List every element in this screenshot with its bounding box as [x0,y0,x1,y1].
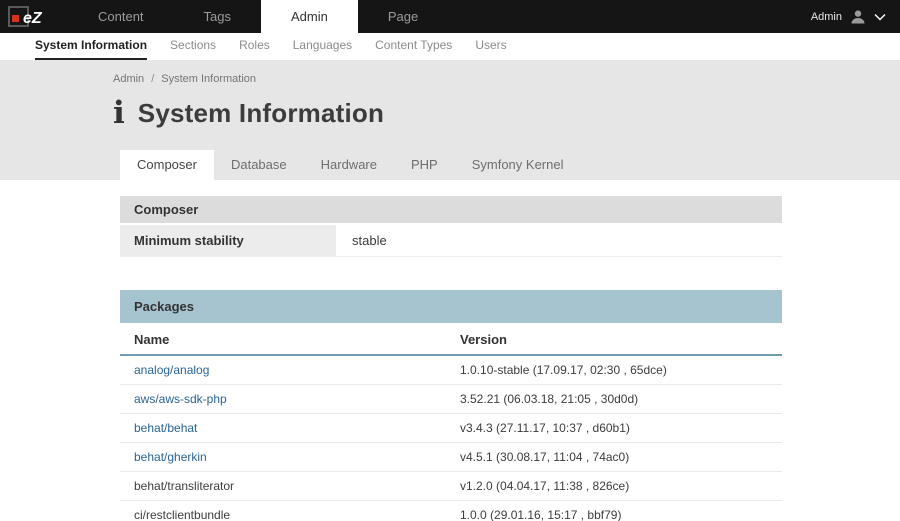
tab-database[interactable]: Database [214,150,304,180]
package-version: v1.2.0 (04.04.17, 11:38 , 826ce) [446,472,782,500]
composer-row-value: stable [338,225,782,256]
chevron-down-icon [874,13,886,21]
svg-text:eZ: eZ [23,10,43,27]
ez-logo[interactable]: eZ [0,0,68,33]
table-row: aws/aws-sdk-php 3.52.21 (06.03.18, 21:05… [120,385,782,414]
packages-rows: analog/analog 1.0.10-stable (17.09.17, 0… [120,356,782,521]
packages-column-headers: Name Version [120,323,782,356]
package-name[interactable]: analog/analog [120,356,446,384]
topbar: eZ Content Tags Admin Page Admin [0,0,900,33]
subnav-item-users[interactable]: Users [475,33,506,60]
avatar-icon [849,8,867,26]
composer-section: Composer Minimum stability stable [120,196,782,257]
table-row: behat/behat v3.4.3 (27.11.17, 10:37 , d6… [120,414,782,443]
package-version: 3.52.21 (06.03.18, 21:05 , 30d0d) [446,385,782,413]
tab-php[interactable]: PHP [394,150,455,180]
packages-section-title: Packages [120,290,782,323]
user-name-label: Admin [811,11,842,23]
tab-symfony-kernel[interactable]: Symfony Kernel [455,150,581,180]
table-row: Minimum stability stable [120,225,782,257]
table-row: behat/transliterator v1.2.0 (04.04.17, 1… [120,472,782,501]
subnav-item-content-types[interactable]: Content Types [375,33,452,60]
table-row: analog/analog 1.0.10-stable (17.09.17, 0… [120,356,782,385]
info-icon: i [113,100,125,128]
page-title: System Information [138,98,384,129]
package-version: v4.5.1 (30.08.17, 11:04 , 74ac0) [446,443,782,471]
topnav-item-content[interactable]: Content [68,0,174,33]
package-name[interactable]: aws/aws-sdk-php [120,385,446,413]
subnav-item-sections[interactable]: Sections [170,33,216,60]
package-name[interactable]: behat/gherkin [120,443,446,471]
page-header-area: Admin / System Information i System Inform… [0,60,900,180]
package-version: 1.0.0 (29.01.16, 15:17 , bbf79) [446,501,782,521]
package-version: 1.0.10-stable (17.09.17, 02:30 , 65dce) [446,356,782,384]
tab-composer[interactable]: Composer [120,150,214,180]
topnav-item-admin[interactable]: Admin [261,0,358,33]
breadcrumb: Admin / System Information [0,60,900,85]
breadcrumb-admin[interactable]: Admin [113,73,144,85]
composer-section-title: Composer [120,196,782,223]
column-header-version: Version [446,323,782,354]
package-version: v3.4.3 (27.11.17, 10:37 , d60b1) [446,414,782,442]
ez-logo-icon: eZ [8,6,52,28]
content-panel: Composer Minimum stability stable Packag… [0,180,900,521]
table-row: ci/restclientbundle 1.0.0 (29.01.16, 15:… [120,501,782,521]
package-name: behat/transliterator [120,472,446,500]
composer-row-label: Minimum stability [120,225,338,256]
subnav-item-languages[interactable]: Languages [293,33,352,60]
tab-hardware[interactable]: Hardware [304,150,394,180]
package-name[interactable]: behat/behat [120,414,446,442]
subnav-item-system-information[interactable]: System Information [35,33,147,60]
subnav-item-roles[interactable]: Roles [239,33,270,60]
table-row: behat/gherkin v4.5.1 (30.08.17, 11:04 , … [120,443,782,472]
breadcrumb-separator: / [151,73,154,85]
topnav-item-tags[interactable]: Tags [174,0,261,33]
user-menu[interactable]: Admin [811,0,900,33]
breadcrumb-system-information[interactable]: System Information [161,73,256,85]
admin-subnav: System Information Sections Roles Langua… [0,33,900,60]
package-name: ci/restclientbundle [120,501,446,521]
column-header-name: Name [120,323,446,354]
topnav-item-page[interactable]: Page [358,0,448,33]
packages-section: Packages Name Version analog/analog 1.0.… [120,290,782,521]
system-info-tabs: Composer Database Hardware PHP Symfony K… [120,150,900,180]
